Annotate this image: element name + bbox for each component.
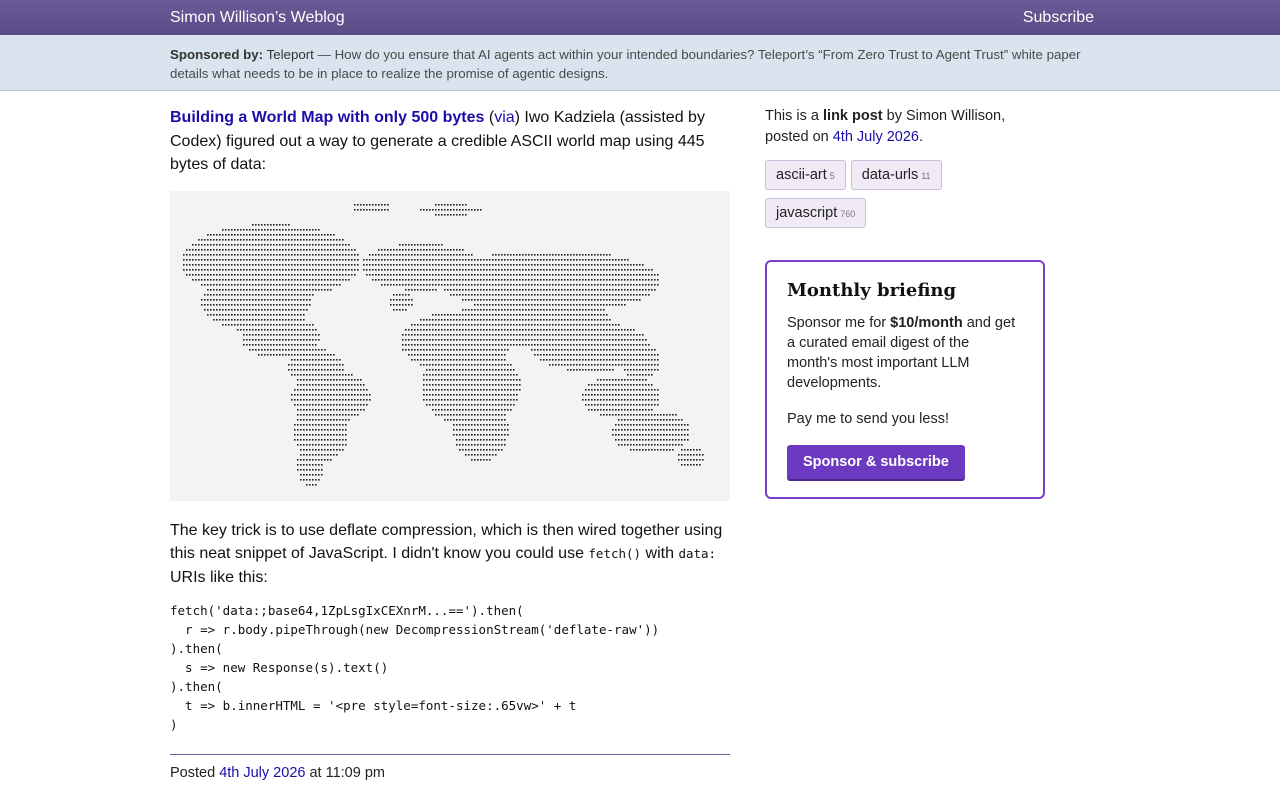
briefing-price: $10/month (890, 315, 963, 331)
ascii-world-map-icon (183, 203, 704, 486)
tag-list: ascii-art 5 data-urls 11 javascript 760 (765, 160, 1045, 236)
tag-label: data-urls (861, 167, 919, 183)
briefing-text: Sponsor me for $10/month and get a curat… (787, 313, 1023, 393)
tag-label: javascript (776, 205, 838, 221)
sponsor-prefix: Sponsored by: (170, 47, 264, 62)
briefing-text-a: Sponsor me for (787, 315, 891, 331)
ascii-world-map-image (170, 190, 730, 501)
posted-line: Posted 4th July 2026 at 11:09 pm (170, 765, 730, 781)
sponsor-subscribe-button[interactable]: Sponsor & subscribe (787, 445, 965, 481)
monthly-briefing-box: Monthly briefing Sponsor me for $10/mont… (765, 260, 1045, 499)
divider (170, 754, 730, 755)
code-block: fetch('data:;base64,1ZpLsgIxCEXnrM...=='… (170, 603, 660, 732)
para-text-c: URIs like this: (170, 568, 268, 586)
post-paragraph: The key trick is to use deflate compress… (170, 519, 730, 590)
sidebar: This is a link post by Simon Willison, p… (765, 106, 1045, 499)
meta-end: . (919, 129, 924, 145)
inline-code-data: data: (678, 546, 717, 561)
posted-prefix: Posted (170, 765, 216, 781)
via-link[interactable]: via (494, 109, 514, 126)
tag-javascript[interactable]: javascript 760 (765, 198, 867, 228)
top-header-bar: Simon Willison’s Weblog Subscribe (0, 0, 1280, 35)
briefing-tagline: Pay me to send you less! (787, 411, 949, 427)
meta-link-post: link post (823, 108, 883, 124)
tag-count: 5 (829, 171, 835, 181)
tag-ascii-art[interactable]: ascii-art 5 (765, 160, 846, 190)
tag-count: 11 (921, 171, 931, 181)
subscribe-link[interactable]: Subscribe (1023, 9, 1094, 27)
posted-date-link[interactable]: 4th July 2026 (219, 765, 305, 781)
tag-count: 760 (840, 209, 856, 219)
meta-text-a: This is a (765, 108, 824, 124)
main-content: Building a World Map with only 500 bytes… (170, 106, 730, 781)
briefing-heading: Monthly briefing (787, 280, 957, 301)
sponsor-link[interactable]: Teleport (267, 47, 314, 62)
inline-code-fetch: fetch() (588, 546, 642, 561)
para-text-b: with (641, 545, 679, 562)
posted-time: at 11:09 pm (309, 765, 385, 781)
sponsor-text: Sponsored by: Teleport — How do you ensu… (170, 45, 1110, 83)
meta-date-link[interactable]: 4th July 2026 (833, 129, 919, 145)
sponsor-banner: Sponsored by: Teleport — How do you ensu… (0, 35, 1280, 91)
site-title-link[interactable]: Simon Willison’s Weblog (170, 9, 345, 27)
post-title-link[interactable]: Building a World Map with only 500 bytes (170, 109, 484, 126)
post-meta: This is a link post by Simon Willison, p… (765, 106, 1045, 148)
post-intro: Building a World Map with only 500 bytes… (170, 106, 730, 177)
tag-data-urls[interactable]: data-urls 11 (850, 160, 942, 190)
tag-label: ascii-art (776, 167, 827, 183)
